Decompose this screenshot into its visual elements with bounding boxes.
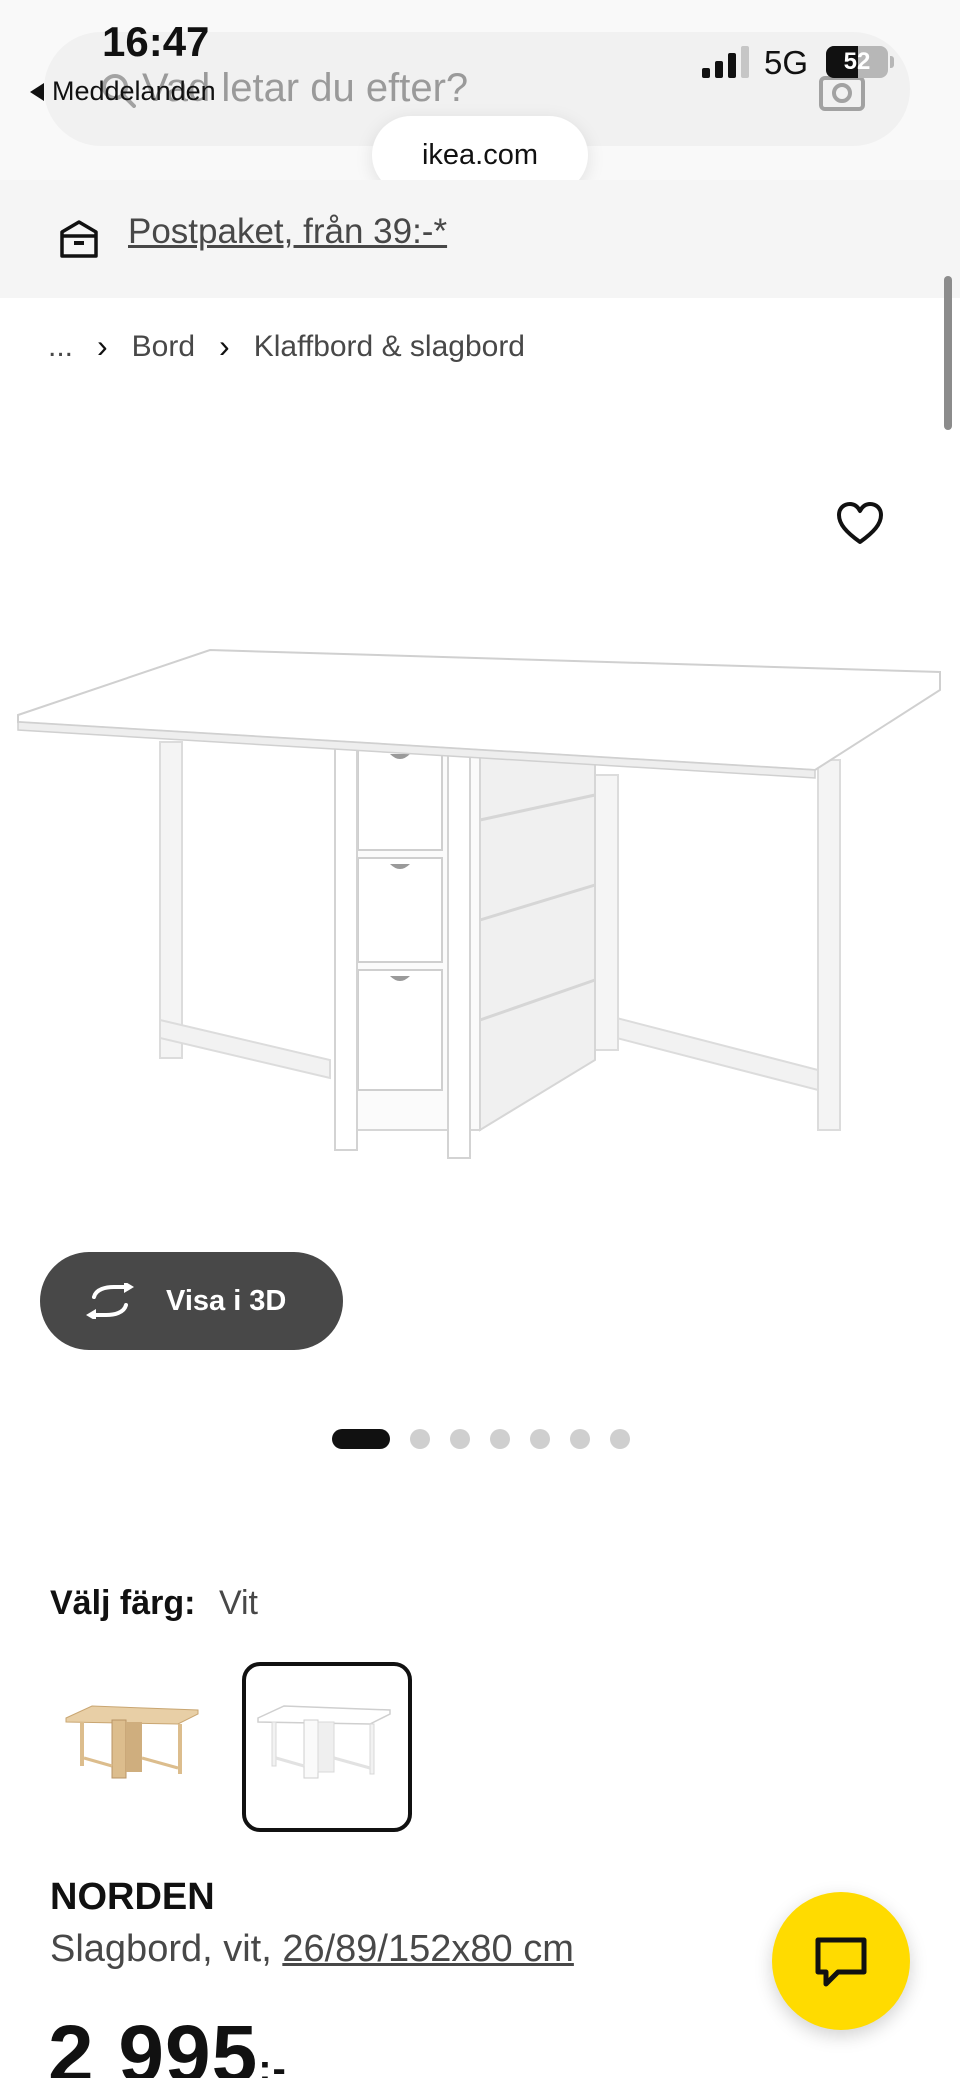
swatch-birch-image	[65, 1705, 199, 1779]
chevron-right-icon: ›	[97, 328, 108, 364]
gallery-dot[interactable]	[450, 1429, 470, 1449]
color-swatch-white[interactable]	[242, 1662, 412, 1832]
breadcrumb: ... › Bord › Klaffbord & slagbord	[48, 328, 525, 365]
header: Vad letar du efter? 16:47 Meddelanden 5G…	[0, 0, 960, 194]
scrollbar[interactable]	[944, 276, 952, 430]
delivery-link[interactable]: Postpaket, från 39:-*	[128, 212, 447, 252]
price-value: 2 995	[48, 2009, 259, 2078]
product-description: Slagbord, vit, 26/89/152x80 cm	[50, 1928, 574, 1971]
battery-icon: 52	[826, 46, 894, 78]
color-swatch-birch[interactable]	[50, 1662, 220, 1832]
gallery-dot[interactable]	[332, 1429, 390, 1449]
swatch-white-image	[257, 1705, 391, 1779]
gallery-dot[interactable]	[410, 1429, 430, 1449]
chat-button[interactable]	[772, 1892, 910, 2030]
breadcrumb-item-bord[interactable]: Bord	[132, 330, 195, 364]
gallery-dot[interactable]	[610, 1429, 630, 1449]
chevron-right-icon: ›	[219, 328, 230, 364]
color-selector-heading: Välj färg: Vit	[50, 1584, 258, 1623]
gallery-dot[interactable]	[570, 1429, 590, 1449]
product-price: 2 995:-	[48, 2008, 287, 2078]
rotate-3d-icon	[86, 1283, 134, 1319]
product-image[interactable]	[10, 630, 950, 1190]
back-arrow-icon	[30, 82, 44, 101]
gallery-pagination[interactable]	[332, 1428, 630, 1450]
status-time: 16:47	[102, 18, 210, 65]
product-name: NORDEN	[50, 1876, 215, 1918]
product-type: Slagbord, vit,	[50, 1928, 283, 1970]
delivery-banner: Postpaket, från 39:-*	[0, 180, 960, 298]
color-label: Välj färg:	[50, 1584, 196, 1622]
heart-icon[interactable]	[836, 502, 884, 546]
back-to-app-link[interactable]: Meddelanden	[30, 76, 216, 107]
back-app-label: Meddelanden	[52, 76, 216, 106]
price-suffix: :-	[258, 2047, 287, 2078]
chat-icon	[815, 1937, 867, 1987]
gallery-dot[interactable]	[530, 1429, 550, 1449]
view-3d-label: Visa i 3D	[166, 1284, 287, 1317]
view-3d-button[interactable]: Visa i 3D	[40, 1252, 343, 1350]
selected-color: Vit	[218, 1584, 259, 1622]
breadcrumb-item-klaffbord[interactable]: Klaffbord & slagbord	[254, 330, 525, 364]
breadcrumb-ellipsis[interactable]: ...	[48, 330, 73, 364]
signal-icon	[702, 46, 749, 78]
product-dimensions-link[interactable]: 26/89/152x80 cm	[282, 1928, 574, 1970]
network-label: 5G	[764, 44, 809, 81]
battery-level: 52	[843, 48, 871, 75]
gallery-dot[interactable]	[490, 1429, 510, 1449]
box-icon	[60, 220, 98, 258]
